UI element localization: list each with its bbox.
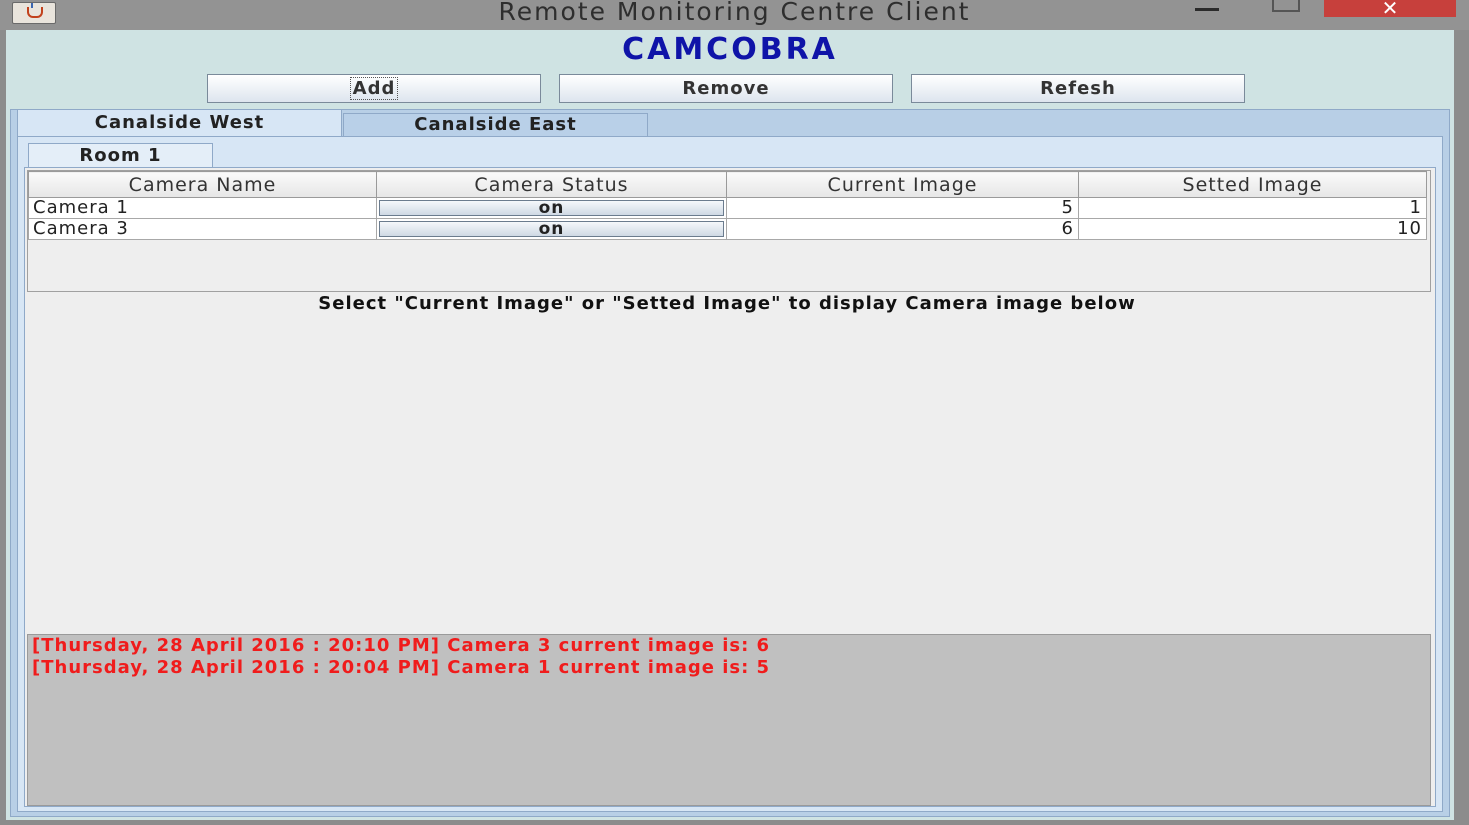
column-header-camera-status[interactable]: Camera Status [376,171,727,198]
close-icon[interactable]: ✕ [1324,0,1456,18]
remove-button[interactable]: Remove [559,74,893,103]
camera-status-cell[interactable]: on [376,218,727,240]
brand-title: CAMCOBRA [622,32,838,67]
log-entry: [Thursday, 28 April 2016 : 20:04 PM] Cam… [32,657,771,678]
table-row[interactable]: Camera 1 on 5 1 [28,197,1427,219]
refresh-button[interactable]: Refesh [911,74,1245,103]
setted-image-cell[interactable]: 1 [1078,197,1427,219]
setted-image-cell[interactable]: 10 [1078,218,1427,240]
maximize-icon[interactable] [1266,0,1304,22]
camera-status-toggle[interactable]: on [379,200,724,217]
minimize-icon[interactable] [1192,0,1222,22]
column-header-camera-name[interactable]: Camera Name [28,171,377,198]
current-image-cell[interactable]: 6 [726,218,1079,240]
tab-room-1[interactable]: Room 1 [28,143,213,167]
current-image-cell[interactable]: 5 [726,197,1079,219]
tab-canalside-east[interactable]: Canalside East [343,113,648,136]
window-titlebar: Remote Monitoring Centre Client ✕ [0,0,1469,30]
room-tab-content: Camera Name Camera Status Current Image … [24,167,1436,807]
log-entry: [Thursday, 28 April 2016 : 20:10 PM] Cam… [32,635,771,656]
window-title: Remote Monitoring Centre Client [498,0,971,26]
column-header-current-image[interactable]: Current Image [726,171,1079,198]
camera-name-cell[interactable]: Camera 3 [28,218,377,240]
camera-status-toggle[interactable]: on [379,221,724,238]
site-tab-content: Room 1 Camera Name Camera Status Current… [17,136,1443,812]
camera-name-cell[interactable]: Camera 1 [28,197,377,219]
instruction-text: Select "Current Image" or "Setted Image"… [318,293,1136,314]
add-button-label: Add [349,77,399,100]
client-area: CAMCOBRA Add Remove Refesh Canalside Wes… [6,30,1454,820]
table-row[interactable]: Camera 3 on 6 10 [28,218,1427,240]
camera-status-cell[interactable]: on [376,197,727,219]
site-tabbed-pane: Canalside West Canalside East Room 1 Cam… [10,109,1450,817]
camera-table: Camera Name Camera Status Current Image … [27,170,1431,292]
event-log[interactable]: [Thursday, 28 April 2016 : 20:10 PM] Cam… [27,634,1431,806]
add-button[interactable]: Add [207,74,541,103]
tab-canalside-west[interactable]: Canalside West [17,109,342,136]
column-header-setted-image[interactable]: Setted Image [1078,171,1427,198]
